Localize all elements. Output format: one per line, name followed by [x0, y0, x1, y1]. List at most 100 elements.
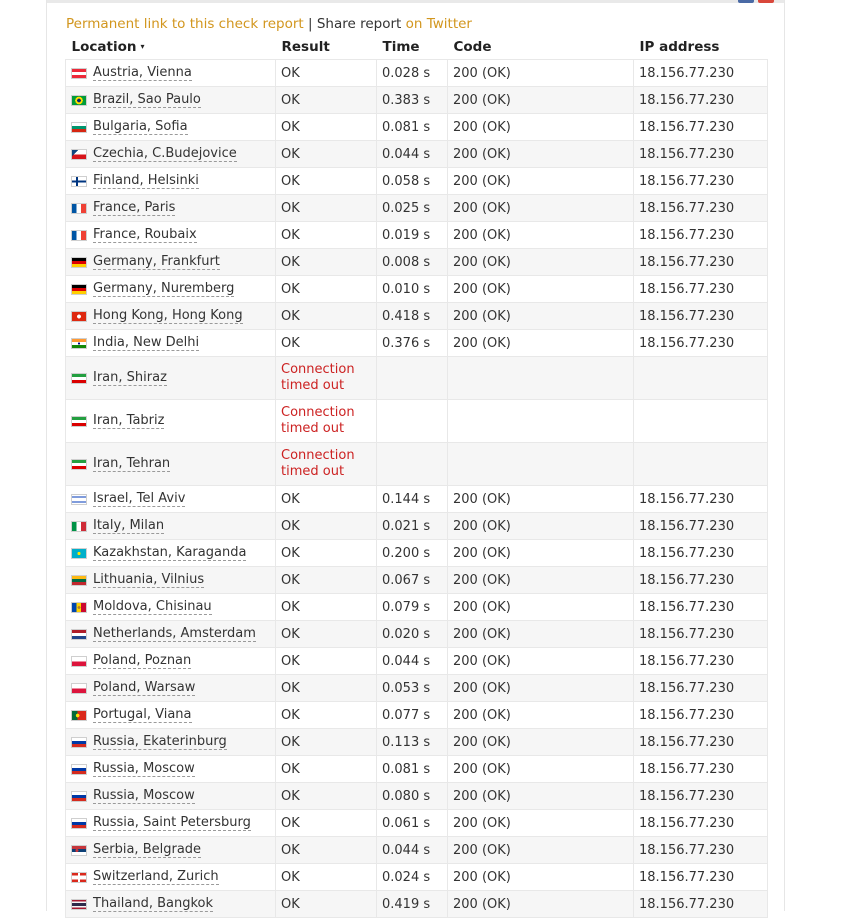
- time-cell: 0.044 s: [376, 836, 448, 864]
- table-row: Kazakhstan, Karaganda OK 0.200 s 200 (OK) 18…: [65, 539, 768, 567]
- location-link[interactable]: Israel, Tel Aviv: [93, 491, 186, 507]
- location-link[interactable]: Russia, Saint Petersburg: [93, 815, 251, 831]
- result-cell: OK: [275, 59, 377, 87]
- result-value: OK: [281, 842, 300, 858]
- location-cell: Iran, Tabriz: [65, 399, 276, 443]
- time-cell: 0.081 s: [376, 113, 448, 141]
- location-link[interactable]: Iran, Shiraz: [93, 370, 167, 386]
- location-link[interactable]: Italy, Milan: [93, 518, 165, 534]
- table-row: Poland, Poznan OK 0.044 s 200 (OK) 18.156.77…: [65, 647, 768, 675]
- location-link[interactable]: Russia, Moscow: [93, 761, 195, 777]
- russia-flag-icon: [71, 763, 87, 775]
- russia-flag-icon: [71, 817, 87, 829]
- table-row: Bulgaria, Sofia OK 0.081 s 200 (OK) 18.156.7…: [65, 113, 768, 141]
- location-link[interactable]: Iran, Tehran: [93, 456, 171, 472]
- location-link[interactable]: Finland, Helsinki: [93, 173, 199, 189]
- column-code: Code: [453, 38, 492, 55]
- poland-flag-icon: [71, 655, 87, 667]
- location-link[interactable]: Thailand, Bangkok: [93, 896, 214, 912]
- location-link[interactable]: Poland, Warsaw: [93, 680, 196, 696]
- check-report-panel: Permanent link to this check report | Sh…: [46, 0, 785, 918]
- location-link[interactable]: France, Roubaix: [93, 227, 197, 243]
- location-link[interactable]: France, Paris: [93, 200, 176, 216]
- ip-address-cell: 18.156.77.230: [633, 566, 768, 594]
- ip-address-cell: 18.156.77.230: [633, 194, 768, 222]
- austria-flag-icon: [71, 67, 87, 79]
- time-cell: 0.077 s: [376, 701, 448, 729]
- table-row: Thailand, Bangkok OK 0.419 s 200 (OK) 18.156…: [65, 890, 768, 918]
- iran-flag-icon: [71, 372, 87, 384]
- twitter-share-link[interactable]: on Twitter: [406, 16, 472, 32]
- time-cell: [376, 399, 448, 443]
- time-cell: 0.024 s: [376, 863, 448, 891]
- ip-address-cell: 18.156.77.230: [633, 593, 768, 621]
- sort-down-icon[interactable]: ▾: [140, 42, 144, 51]
- code-cell: 200 (OK): [447, 647, 634, 675]
- result-value: OK: [281, 92, 300, 108]
- google-plus-icon[interactable]: [758, 0, 774, 3]
- location-link[interactable]: Moldova, Chisinau: [93, 599, 212, 615]
- location-cell: Lithuania, Vilnius: [65, 566, 276, 594]
- result-cell: OK: [275, 890, 377, 918]
- location-link[interactable]: India, New Delhi: [93, 335, 200, 351]
- location-link[interactable]: Germany, Frankfurt: [93, 254, 220, 270]
- time-cell: 0.200 s: [376, 539, 448, 567]
- ip-address-cell: 18.156.77.230: [633, 809, 768, 837]
- location-cell: Switzerland, Zurich: [65, 863, 276, 891]
- table-row: India, New Delhi OK 0.376 s 200 (OK) 18.156.…: [65, 329, 768, 357]
- top-divider: [47, 0, 784, 3]
- location-link[interactable]: Portugal, Viana: [93, 707, 192, 723]
- location-cell: India, New Delhi: [65, 329, 276, 357]
- location-link[interactable]: Serbia, Belgrade: [93, 842, 202, 858]
- time-cell: 0.044 s: [376, 140, 448, 168]
- time-cell: 0.419 s: [376, 890, 448, 918]
- location-cell: Poland, Poznan: [65, 647, 276, 675]
- code-cell: [447, 356, 634, 400]
- iran-flag-icon: [71, 415, 87, 427]
- ip-address-cell: 18.156.77.230: [633, 86, 768, 114]
- russia-flag-icon: [71, 790, 87, 802]
- result-cell: Connection timed out: [275, 442, 377, 486]
- facebook-icon[interactable]: [738, 0, 754, 3]
- code-cell: 200 (OK): [447, 674, 634, 702]
- check-results-table: Location ▾ Result Time Code IP address Au…: [65, 34, 768, 918]
- location-link[interactable]: Austria, Vienna: [93, 65, 192, 81]
- result-value: OK: [281, 65, 300, 81]
- location-link[interactable]: Lithuania, Vilnius: [93, 572, 205, 588]
- table-header-row: Location ▾ Result Time Code IP address: [66, 34, 768, 60]
- location-link[interactable]: Russia, Moscow: [93, 788, 195, 804]
- time-cell: 0.079 s: [376, 593, 448, 621]
- brazil-flag-icon: [71, 94, 87, 106]
- result-cell: OK: [275, 167, 377, 195]
- result-cell: OK: [275, 674, 377, 702]
- location-link[interactable]: Hong Kong, Hong Kong: [93, 308, 243, 324]
- ip-address-cell: 18.156.77.230: [633, 485, 768, 513]
- location-link[interactable]: Poland, Poznan: [93, 653, 192, 669]
- location-link[interactable]: Russia, Ekaterinburg: [93, 734, 227, 750]
- result-cell: OK: [275, 248, 377, 276]
- location-link[interactable]: Kazakhstan, Karaganda: [93, 545, 247, 561]
- table-row: Lithuania, Vilnius OK 0.067 s 200 (OK) 18.15…: [65, 566, 768, 594]
- result-cell: OK: [275, 647, 377, 675]
- location-link[interactable]: Iran, Tabriz: [93, 413, 165, 429]
- share-report-text: Share report: [316, 16, 402, 32]
- location-link[interactable]: Switzerland, Zurich: [93, 869, 219, 885]
- code-cell: 200 (OK): [447, 140, 634, 168]
- code-cell: 200 (OK): [447, 167, 634, 195]
- code-cell: 200 (OK): [447, 566, 634, 594]
- column-location[interactable]: Location ▾: [66, 34, 276, 60]
- ip-address-cell: 18.156.77.230: [633, 59, 768, 87]
- result-cell: OK: [275, 836, 377, 864]
- location-link[interactable]: Netherlands, Amsterdam: [93, 626, 256, 642]
- location-cell: Russia, Moscow: [65, 782, 276, 810]
- location-cell: Germany, Nuremberg: [65, 275, 276, 303]
- location-link[interactable]: Brazil, Sao Paulo: [93, 92, 201, 108]
- permanent-link[interactable]: Permanent link to this check report: [66, 16, 304, 32]
- location-link[interactable]: Germany, Nuremberg: [93, 281, 235, 297]
- location-link[interactable]: Bulgaria, Sofia: [93, 119, 188, 135]
- code-cell: 200 (OK): [447, 728, 634, 756]
- time-cell: 0.058 s: [376, 167, 448, 195]
- location-link[interactable]: Czechia, C.Budejovice: [93, 146, 237, 162]
- thailand-flag-icon: [71, 898, 87, 910]
- ip-address-cell: 18.156.77.230: [633, 782, 768, 810]
